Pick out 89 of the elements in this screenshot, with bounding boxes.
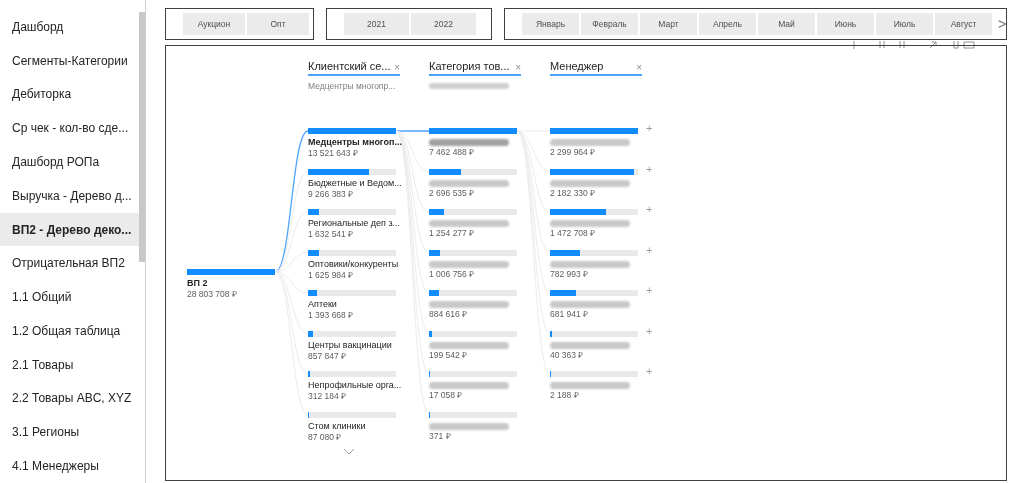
- node-bar-track[interactable]: [550, 209, 638, 215]
- page-tab[interactable]: Дашборд РОПа: [0, 145, 140, 179]
- node-bar-track[interactable]: [550, 290, 638, 296]
- node-value: 1 393 668 ₽: [308, 310, 355, 321]
- page-tab[interactable]: ВП2 - Дерево деко...: [0, 212, 140, 247]
- node-bar-track[interactable]: [308, 209, 396, 215]
- node-value: 312 184 ₽: [308, 391, 348, 402]
- scrollbar-thumb[interactable]: [139, 12, 145, 262]
- node-value: 2 299 964 ₽: [550, 147, 597, 158]
- slicer-button[interactable]: Январь: [522, 13, 579, 35]
- node-bar-track[interactable]: [308, 330, 396, 337]
- node-value: 40 363 ₽: [550, 349, 585, 361]
- page-tab[interactable]: 2.2 Товары ABC, XYZ: [0, 381, 140, 416]
- chevron-down-icon[interactable]: [343, 448, 355, 455]
- visual-toolbar-icons[interactable]: [852, 41, 978, 49]
- node-value: 13 521 643 ₽: [308, 148, 359, 159]
- node-value: 782 993 ₽: [550, 268, 590, 280]
- node-value: 199 542 ₽: [429, 349, 469, 361]
- level-title: Клиентский се...: [308, 60, 391, 73]
- node-value: 1 472 708 ₽: [550, 228, 597, 239]
- node-bar-track[interactable]: [308, 371, 396, 377]
- node-value: 2 182 330 ₽: [550, 187, 597, 199]
- node-label: Непрофильные орга...: [308, 380, 403, 391]
- node-bar-track[interactable]: [429, 290, 517, 296]
- page-tab[interactable]: 3.1 Регионы: [0, 415, 140, 450]
- node-label: Аптеки: [308, 299, 338, 310]
- node-value: 2 188 ₽: [550, 390, 580, 401]
- node-bar-track[interactable]: [429, 371, 517, 377]
- node-value: 1 625 984 ₽: [308, 269, 355, 281]
- node-value: 681 941 ₽: [550, 309, 590, 320]
- node-value: 2 696 535 ₽: [429, 187, 476, 199]
- node-bar-track[interactable]: [429, 249, 517, 256]
- slicer-button[interactable]: Опт: [247, 13, 309, 35]
- node-bar-track[interactable]: [550, 249, 638, 256]
- level-header[interactable]: Менеджер ×: [550, 60, 642, 76]
- node-bar-track[interactable]: [429, 168, 517, 175]
- level-header[interactable]: Клиентский се... ×: [308, 60, 400, 76]
- slicer-button[interactable]: Июнь: [817, 13, 874, 35]
- page-tab[interactable]: Дашборд: [0, 10, 140, 44]
- node-bar-track[interactable]: [429, 330, 517, 337]
- node-value: 9 266 383 ₽: [308, 188, 355, 200]
- node-label: Стом клиники: [308, 420, 367, 432]
- node-label: Региональные деп з...: [308, 218, 402, 229]
- node-label: Бюджетные и Ведом...: [308, 177, 403, 189]
- node-value: 7 462 488 ₽: [429, 147, 476, 158]
- node-value: 87 080 ₽: [308, 431, 343, 443]
- page-tab[interactable]: Сегменты-Категории: [0, 43, 140, 78]
- next-button[interactable]: >: [998, 13, 1007, 35]
- node-value: 1 006 756 ₽: [429, 268, 476, 280]
- node-bar-track[interactable]: [550, 330, 638, 337]
- node-value: 28 803 708 ₽: [187, 289, 238, 300]
- node-value: 17 058 ₽: [429, 390, 464, 401]
- node-bar-track[interactable]: [308, 411, 396, 418]
- page-tab[interactable]: 1.1 Общий: [0, 280, 140, 315]
- node-bar-track[interactable]: [308, 249, 396, 256]
- level-title: Категория тов...: [429, 60, 510, 73]
- level-title: Менеджер: [550, 60, 604, 73]
- node-label: Медцентры многоп...: [308, 137, 403, 148]
- node-value: 371 ₽: [429, 430, 452, 442]
- node-label: Центры вакцинации: [308, 339, 393, 351]
- page-tab[interactable]: 2.1 Товары: [0, 347, 140, 382]
- node-value: 1 632 541 ₽: [308, 229, 355, 240]
- page-tab[interactable]: 4.1 Менеджеры: [0, 449, 140, 483]
- page-tab[interactable]: 1.2 Общая таблица: [0, 314, 140, 348]
- node-label: ВП 2: [187, 278, 209, 289]
- slicer-button[interactable]: Аукцион: [183, 13, 245, 35]
- node-value: 1 254 277 ₽: [429, 228, 476, 239]
- slicer-button[interactable]: Май: [758, 13, 815, 35]
- slicer-button[interactable]: 2021: [344, 13, 409, 35]
- slicer-button[interactable]: Август: [935, 13, 992, 35]
- node-value: 857 847 ₽: [308, 350, 348, 362]
- page-tab[interactable]: Дебиторка: [0, 77, 140, 112]
- page-tab[interactable]: Отрицательная ВП2: [0, 246, 140, 281]
- node-bar-track[interactable]: [429, 209, 517, 215]
- level-subtitle: Медцентры многопр...: [308, 80, 397, 93]
- slicer-button[interactable]: Апрель: [699, 13, 756, 35]
- slicer-button[interactable]: Февраль: [581, 13, 638, 35]
- page-tab[interactable]: Ср чек - кол-во сде...: [0, 111, 140, 146]
- slicer-button[interactable]: 2022: [411, 13, 476, 35]
- node-bar-track[interactable]: [308, 168, 396, 175]
- slicer-button[interactable]: Июль: [876, 13, 933, 35]
- level-header[interactable]: Категория тов... ×: [429, 60, 521, 76]
- node-label: Оптовики/конкуренты: [308, 258, 400, 270]
- node-bar-track[interactable]: [550, 371, 638, 377]
- page-tab[interactable]: Выручка - Дерево д...: [0, 178, 140, 213]
- node-value: 884 616 ₽: [429, 309, 469, 320]
- node-bar-track[interactable]: [429, 411, 517, 418]
- slicer-button[interactable]: Март: [640, 13, 697, 35]
- node-bar-track[interactable]: [308, 290, 396, 296]
